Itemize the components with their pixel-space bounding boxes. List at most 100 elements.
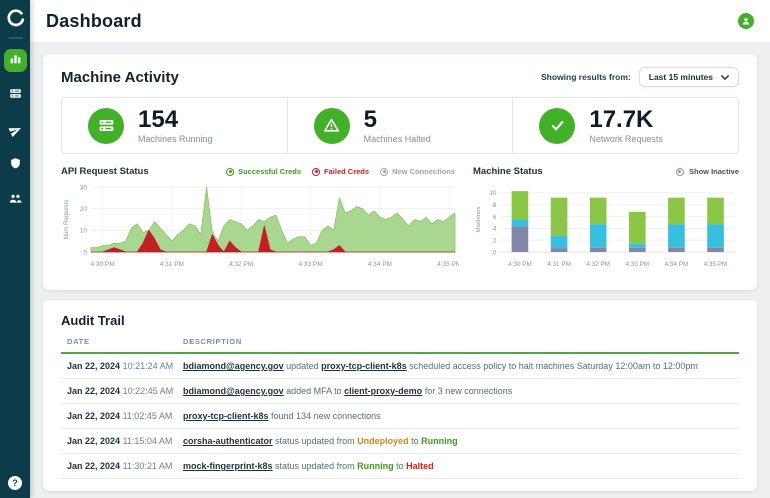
audit-entity-link[interactable]: proxy-tcp-client-k8s <box>183 411 269 421</box>
machine-activity-card: Machine Activity Showing results from: L… <box>43 54 757 290</box>
audit-date: Jan 22, 2024 10:22:45 AM <box>67 386 174 396</box>
stat-label: Machines Running <box>138 133 213 144</box>
svg-text:20: 20 <box>80 206 88 213</box>
sidebar-item-dashboard[interactable] <box>3 49 27 72</box>
stat-value: 154 <box>138 106 179 134</box>
time-range-dropdown[interactable]: Last 15 minutes <box>638 67 739 87</box>
sidebar-item-users[interactable] <box>4 189 27 212</box>
audit-entity-link[interactable]: corsha-authenticator <box>183 436 273 446</box>
svg-text:8: 8 <box>493 202 497 209</box>
audit-text: status updated from <box>272 461 358 471</box>
stat-machines-running: 154 Machines Running <box>62 98 287 153</box>
svg-text:2: 2 <box>493 237 497 244</box>
sidebar: ? <box>0 0 30 498</box>
bar-chart-icon <box>9 52 22 70</box>
svg-text:30: 30 <box>80 184 88 191</box>
sidebar-item-deployments[interactable] <box>4 119 27 142</box>
time-range-value: Last 15 minutes <box>648 72 713 82</box>
paper-plane-icon <box>6 122 23 139</box>
app-window: ? Dashboard Machine Activity Showing res… <box>0 0 770 498</box>
audit-text: found 134 new connections <box>268 411 381 421</box>
audit-description: bdiamond@agency.gov updated proxy-tcp-cl… <box>183 361 739 371</box>
svg-text:4: 4 <box>493 226 497 233</box>
audit-text: updated <box>283 361 322 371</box>
audit-description: mock-fingerprint-k8s status updated from… <box>183 461 739 471</box>
ring-icon <box>380 167 389 176</box>
users-icon <box>9 192 22 210</box>
audit-text: Halted <box>406 461 434 471</box>
api-request-status-title: API Request Status <box>61 166 149 177</box>
stat-network-requests: 17.7K Network Requests <box>512 98 738 153</box>
svg-text:0: 0 <box>493 249 497 256</box>
audit-description: proxy-tcp-client-k8s found 134 new conne… <box>183 411 739 421</box>
api-legend: Successful Creds Failed Creds New Connec… <box>226 167 459 176</box>
stat-label: Machines Halted <box>363 133 431 144</box>
ring-icon <box>312 167 321 176</box>
svg-text:Machines: Machines <box>476 207 482 233</box>
topbar: Dashboard <box>30 0 770 42</box>
stat-machines-halted: 5 Machines Halted <box>286 98 513 153</box>
svg-text:4:34 PM: 4:34 PM <box>665 261 689 268</box>
svg-text:4:33 PM: 4:33 PM <box>625 261 649 268</box>
warning-triangle-icon <box>313 107 350 144</box>
audit-entity-link[interactable]: proxy-tcp-client-k8s <box>321 361 407 371</box>
machine-activity-title: Machine Activity <box>61 68 179 86</box>
audit-text: scheduled access policy to halt machines… <box>406 361 698 371</box>
audit-description: corsha-authenticator status updated from… <box>183 436 739 446</box>
legend-label: New Connections <box>392 167 455 176</box>
svg-text:10: 10 <box>80 228 88 235</box>
audit-row: Jan 22, 2024 10:21:24 AM bdiamond@agency… <box>61 354 739 379</box>
legend-successful-creds[interactable]: Successful Creds <box>226 167 301 176</box>
show-inactive-toggle[interactable]: Show Inactive <box>675 167 739 176</box>
audit-text: to <box>393 461 407 471</box>
user-avatar-button[interactable] <box>738 13 754 29</box>
sidebar-item-machines[interactable] <box>4 84 27 107</box>
svg-text:4:33 PM: 4:33 PM <box>298 261 322 268</box>
legend-failed-creds[interactable]: Failed Creds <box>312 167 369 176</box>
audit-entity-link[interactable]: client-proxy-demo <box>344 386 422 396</box>
audit-row: Jan 22, 2024 11:02:45 AM proxy-tcp-clien… <box>61 404 739 429</box>
help-icon[interactable]: ? <box>8 476 22 490</box>
svg-text:4:30 PM: 4:30 PM <box>90 261 114 268</box>
audit-trail-title: Audit Trail <box>61 313 125 328</box>
svg-text:4:35 PM: 4:35 PM <box>704 261 728 268</box>
svg-text:4:35 PM: 4:35 PM <box>437 261 459 268</box>
stat-value: 17.7K <box>589 106 654 134</box>
shield-icon <box>9 157 22 175</box>
svg-text:4:32 PM: 4:32 PM <box>586 261 610 268</box>
machine-status-chart: 0 2 4 6 8 10 Machines 4:30 PM 4:31 PM 4:32 PM 4:33… <box>476 190 736 268</box>
audit-entity-link[interactable]: mock-fingerprint-k8s <box>183 461 273 471</box>
legend-label: Failed Creds <box>324 167 370 176</box>
stat-value: 5 <box>363 106 378 134</box>
audit-row: Jan 22, 2024 11:15:04 AM corsha-authenti… <box>61 429 739 454</box>
sidebar-item-security[interactable] <box>4 154 27 177</box>
server-icon <box>9 87 22 105</box>
corsha-logo-icon <box>6 9 25 28</box>
chevron-down-icon <box>721 74 729 80</box>
main-area: Dashboard Machine Activity Showing resul… <box>30 0 770 498</box>
legend-label: Successful Creds <box>238 167 302 176</box>
column-header-description: DESCRIPTION <box>183 337 242 346</box>
audit-text: Running <box>421 436 458 446</box>
svg-text:Num Requests: Num Requests <box>64 200 70 240</box>
audit-text: Running <box>357 461 394 471</box>
check-icon <box>539 107 576 144</box>
svg-text:6: 6 <box>493 214 497 221</box>
machine-status-title: Machine Status <box>473 166 543 177</box>
column-header-date: DATE <box>67 337 90 346</box>
api-request-chart: 4:30 PM 4:31 PM 4:32 PM 4:33 PM 4:34 PM 4:35 … <box>64 184 459 268</box>
legend-new-connections[interactable]: New Connections <box>380 167 455 176</box>
api-request-status-section: API Request Status Successful Creds Fail… <box>61 164 459 278</box>
audit-text: added MFA to <box>283 386 345 396</box>
page-title: Dashboard <box>46 10 142 31</box>
person-icon <box>741 16 751 26</box>
audit-entity-link[interactable]: bdiamond@agency.gov <box>183 386 284 396</box>
machine-status-section: Machine Status Show Inactive 0 2 4 6 8 10 Mach… <box>473 164 739 278</box>
audit-trail-card: Audit Trail DATE DESCRIPTION Jan 22, 202… <box>43 300 757 491</box>
audit-row: Jan 22, 2024 10:22:45 AM bdiamond@agency… <box>61 379 739 404</box>
ring-icon <box>226 167 235 176</box>
ring-icon <box>675 167 684 176</box>
audit-entity-link[interactable]: bdiamond@agency.gov <box>183 361 284 371</box>
audit-text: to <box>408 436 422 446</box>
audit-text: for 3 new connections <box>422 386 513 396</box>
